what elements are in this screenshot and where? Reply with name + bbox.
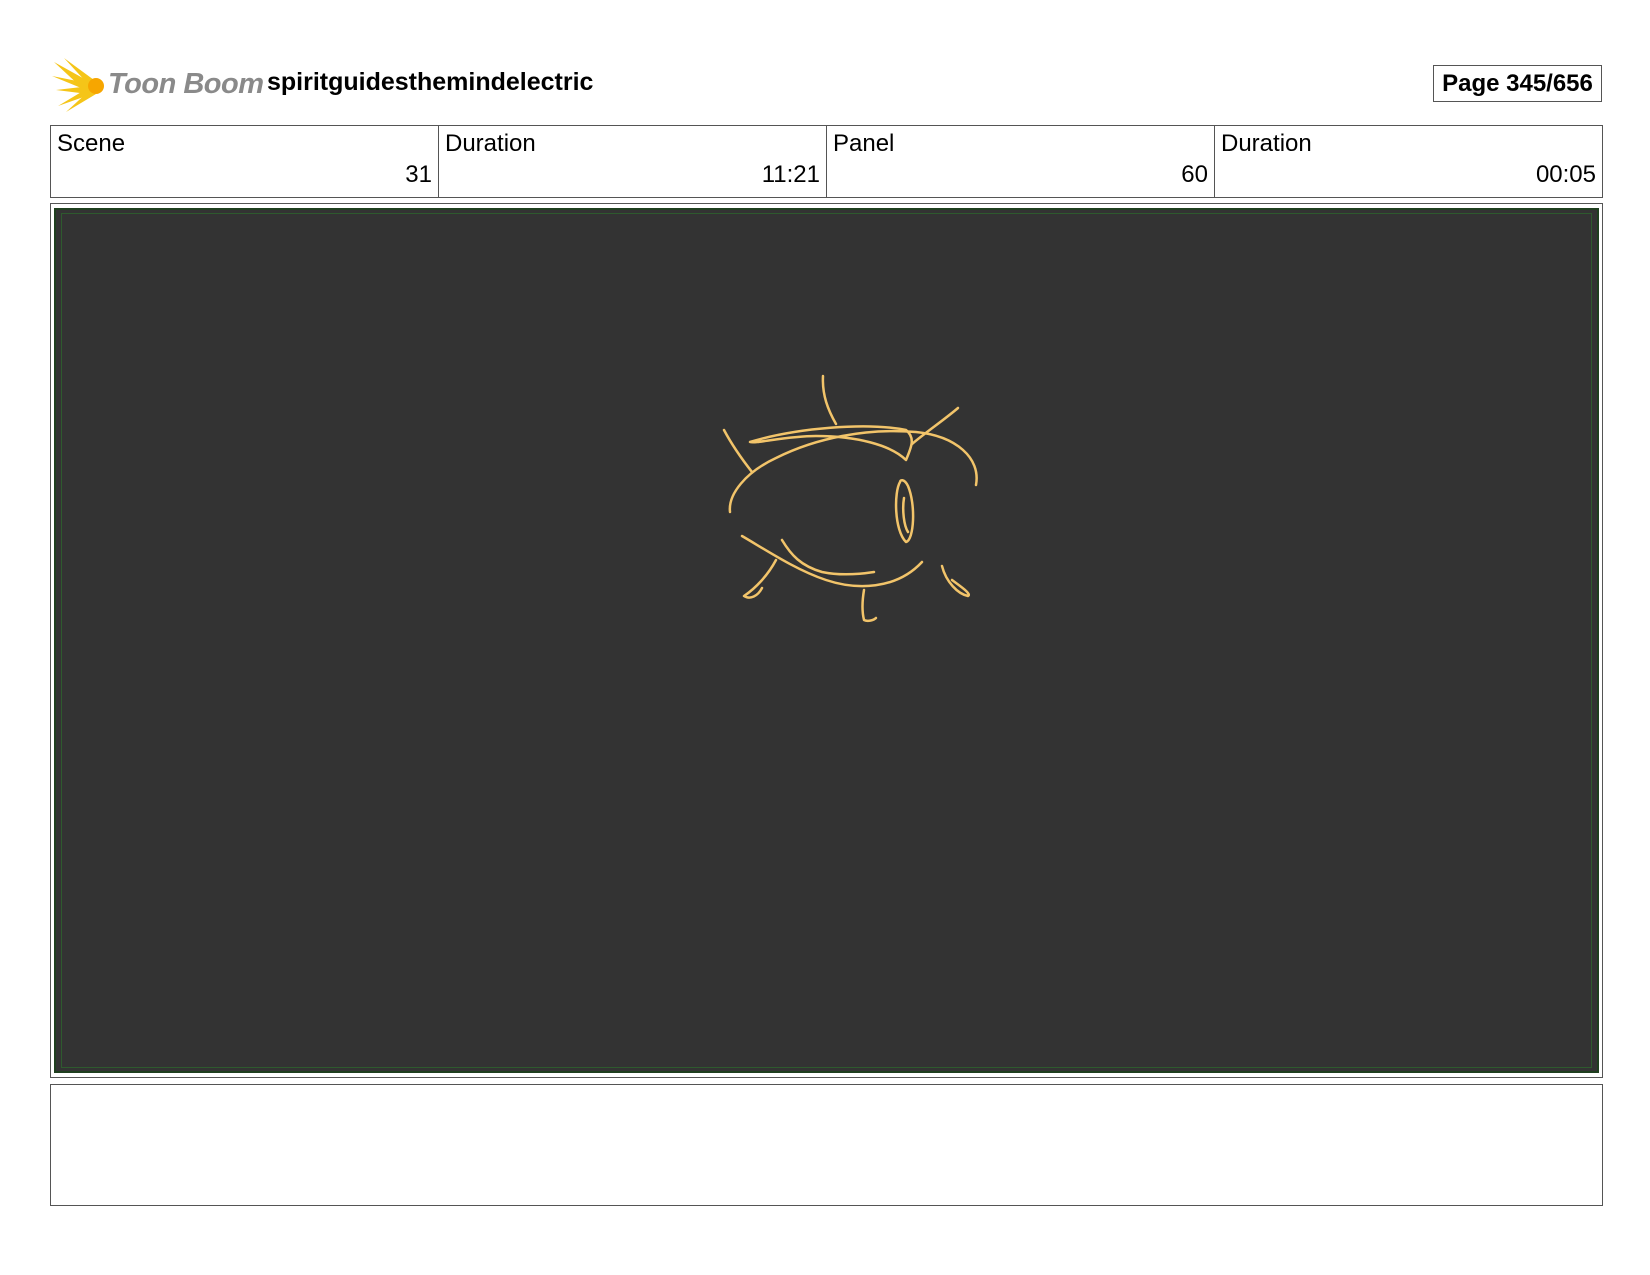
scene-label: Scene: [57, 130, 126, 157]
scene-value: 31: [405, 161, 432, 188]
project-title: spiritguidesthemindelectric: [267, 68, 594, 96]
sketch-drawing: [722, 374, 978, 623]
scene-cell: Scene 31: [51, 126, 439, 197]
panel-cell: Panel 60: [827, 126, 1215, 197]
logo-text: Toon Boom: [108, 68, 264, 100]
panel-duration-cell: Duration 00:05: [1215, 126, 1602, 197]
starburst-icon: [52, 58, 104, 112]
page-indicator: Page 345/656: [1433, 65, 1602, 102]
panel-duration-value: 00:05: [1535, 161, 1596, 188]
toon-boom-logo: Toon Boom: [52, 56, 264, 114]
scene-duration-label: Duration: [445, 130, 536, 157]
storyboard-panel-image: [54, 208, 1599, 1073]
scene-duration-value: 11:21: [761, 161, 820, 188]
panel-duration-label: Duration: [1221, 130, 1312, 157]
panel-notes-box: [50, 1084, 1603, 1206]
panel-label: Panel: [833, 130, 895, 157]
scene-info-table: Scene 31 Duration 11:21 Panel 60 Duratio…: [50, 125, 1603, 198]
scene-duration-cell: Duration 11:21: [439, 126, 827, 197]
panel-value: 60: [1181, 161, 1208, 188]
